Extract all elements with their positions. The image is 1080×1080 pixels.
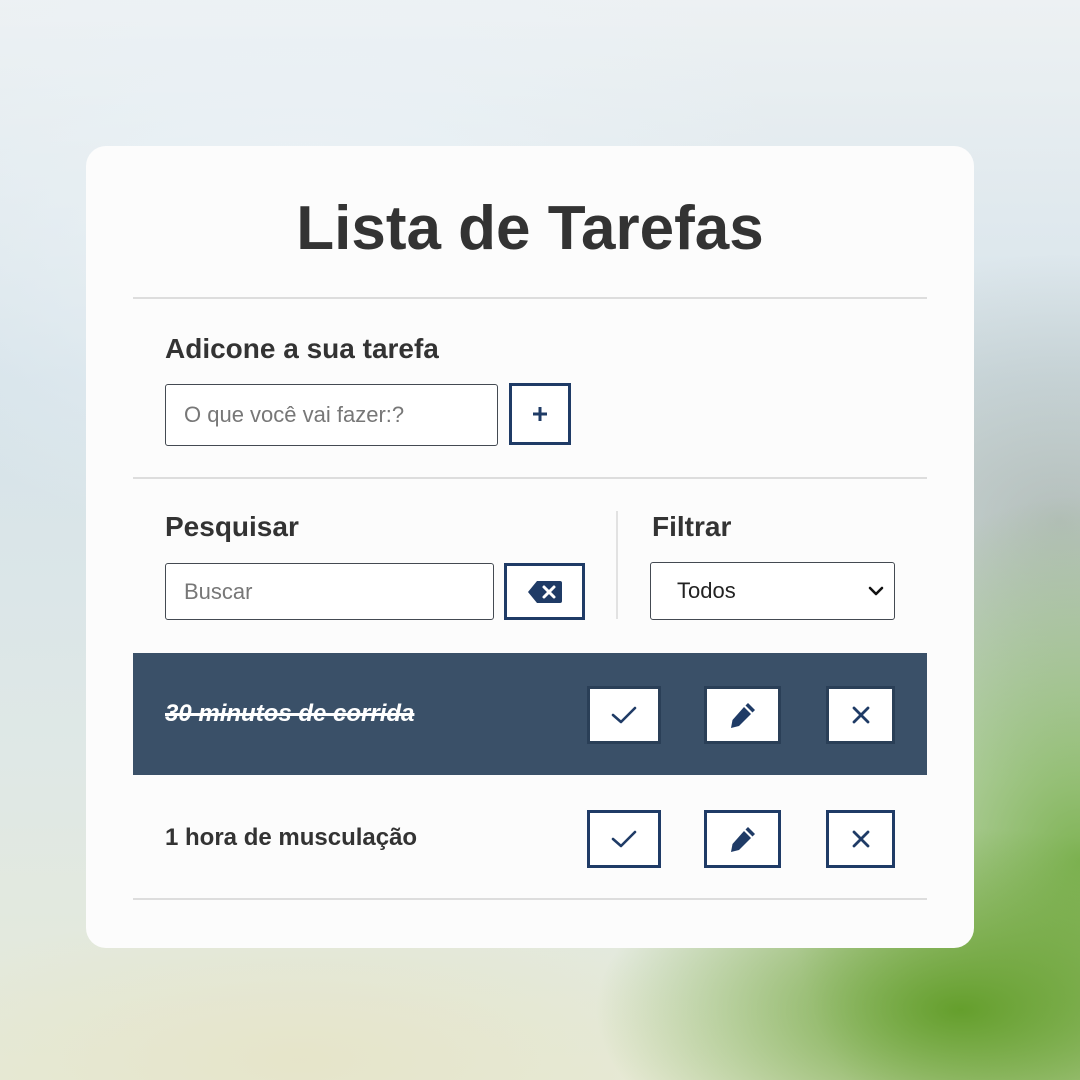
add-task-input[interactable] <box>165 384 498 446</box>
add-divider <box>133 477 927 479</box>
check-icon <box>611 830 637 848</box>
add-task-button[interactable] <box>509 383 571 445</box>
clear-search-button[interactable] <box>504 563 585 620</box>
page-title: Lista de Tarefas <box>296 194 764 263</box>
close-icon <box>852 830 869 848</box>
delete-task-button[interactable] <box>826 686 895 744</box>
backspace-icon <box>527 580 562 603</box>
filter-label: Filtrar <box>652 511 732 542</box>
edit-task-button[interactable] <box>704 686 781 744</box>
task-row: 30 minutos de corrida <box>133 653 927 775</box>
section-separator <box>616 511 618 619</box>
todo-card: Lista de Tarefas Adicone a sua tarefa Pe… <box>86 146 974 948</box>
plus-icon <box>533 407 547 421</box>
search-label: Pesquisar <box>165 511 299 542</box>
chevron-down-icon <box>868 586 884 596</box>
pencil-icon <box>730 703 755 728</box>
complete-task-button[interactable] <box>587 810 661 868</box>
complete-task-button[interactable] <box>587 686 661 744</box>
task-row: 1 hora de musculação <box>133 777 927 899</box>
filter-selected-value: Todos <box>677 578 736 603</box>
task-text: 30 minutos de corrida <box>165 700 415 727</box>
check-icon <box>611 706 637 724</box>
list-bottom-divider <box>133 898 927 900</box>
edit-task-button[interactable] <box>704 810 781 868</box>
delete-task-button[interactable] <box>826 810 895 868</box>
close-icon <box>852 706 869 724</box>
filter-select[interactable]: Todos <box>650 562 895 620</box>
task-text: 1 hora de musculação <box>165 824 418 851</box>
title-divider <box>133 297 927 299</box>
add-task-label: Adicone a sua tarefa <box>165 333 439 364</box>
search-input[interactable] <box>165 563 494 620</box>
pencil-icon <box>730 827 755 852</box>
